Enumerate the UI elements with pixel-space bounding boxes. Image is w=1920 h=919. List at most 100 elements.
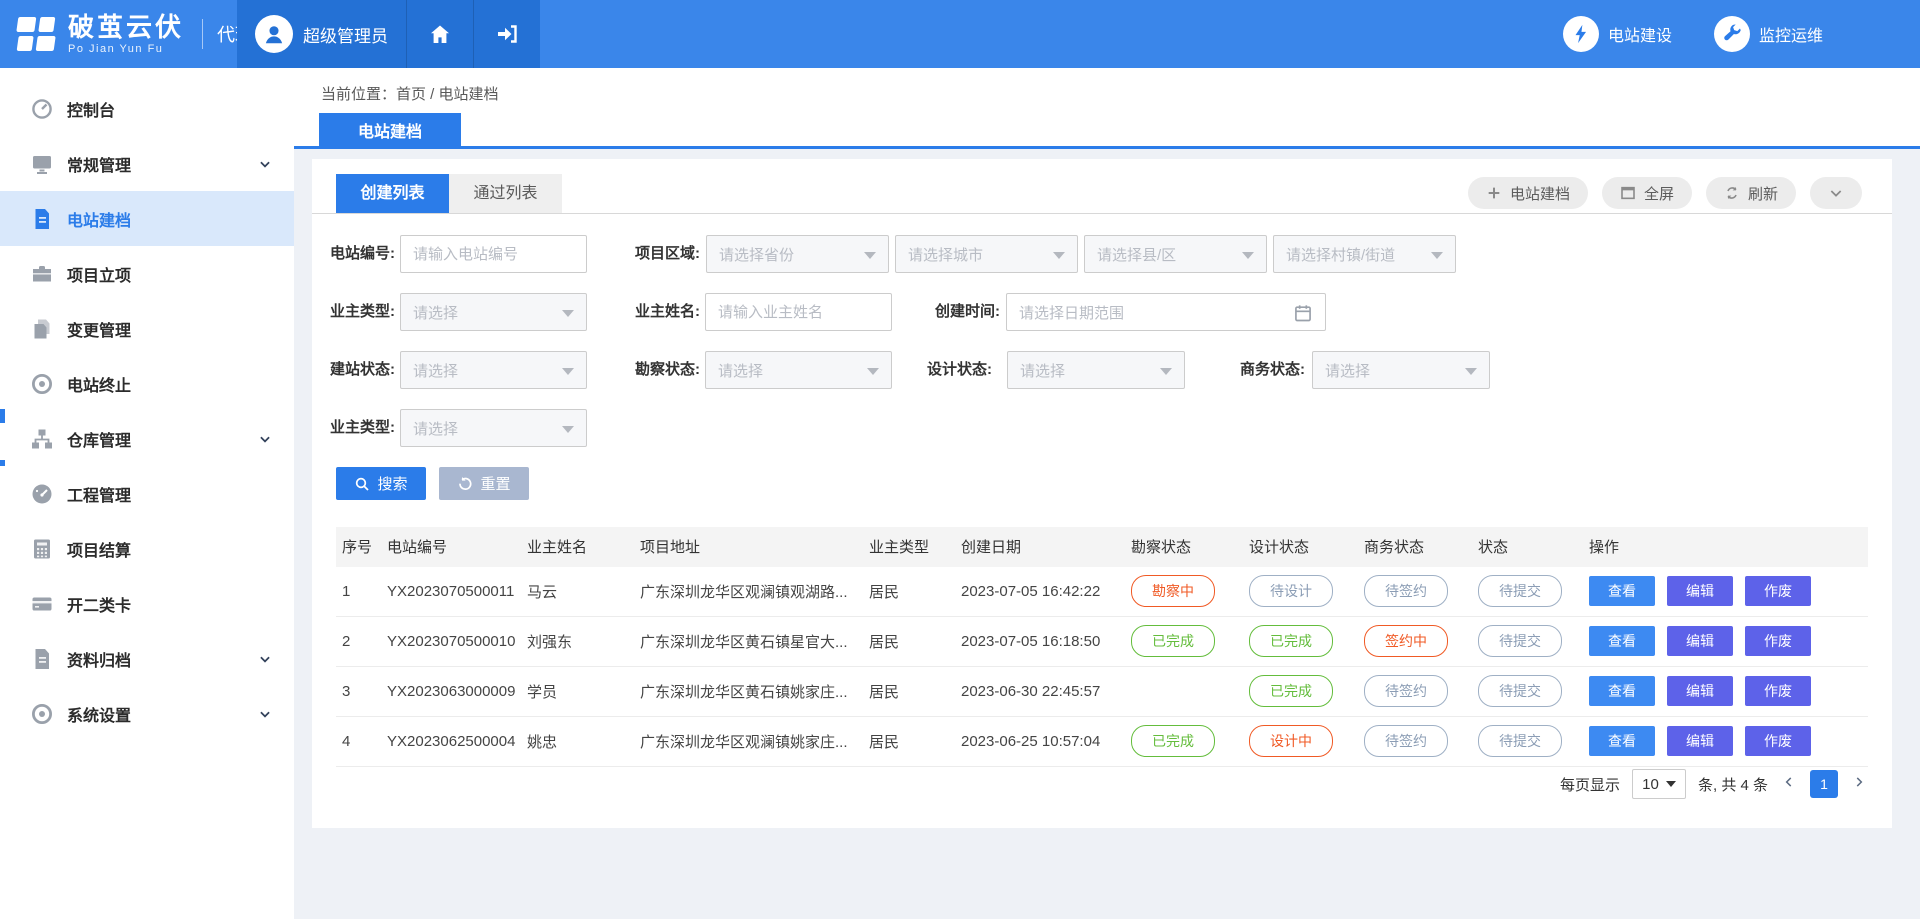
refresh-icon xyxy=(1724,185,1740,201)
caret-down-icon xyxy=(1160,368,1172,375)
owner-type2-select[interactable]: 请选择 xyxy=(400,409,587,447)
reset-button[interactable]: 重置 xyxy=(439,467,529,500)
cell-address: 广东深圳龙华区黄石镇姚家庄... xyxy=(634,666,863,716)
view-button[interactable]: 查看 xyxy=(1589,576,1655,606)
col-survey-status: 勘察状态 xyxy=(1125,527,1243,566)
void-button[interactable]: 作废 xyxy=(1745,676,1811,706)
search-icon xyxy=(354,476,370,492)
cell-owner-type: 居民 xyxy=(863,616,955,666)
sidebar-item-change-mgmt[interactable]: 变更管理 xyxy=(0,301,294,356)
caret-down-icon xyxy=(867,368,879,375)
sidebar-item-label: 电站建档 xyxy=(67,207,131,231)
cell-station-no: YX2023070500010 xyxy=(381,616,521,666)
sidebar: 控制台 常规管理 电站建档 项目立项 变更管理 电站终止 仓库管理 xyxy=(0,68,294,919)
sidebar-item-general-mgmt[interactable]: 常规管理 xyxy=(0,136,294,191)
sidebar-item-open-type2-card[interactable]: 开二类卡 xyxy=(0,576,294,631)
table-header-row: 序号 电站编号 业主姓名 项目地址 业主类型 创建日期 勘察状态 设计状态 商务… xyxy=(336,527,1868,566)
sidebar-item-project-settlement[interactable]: 项目结算 xyxy=(0,521,294,576)
tab-pass-list[interactable]: 通过列表 xyxy=(449,174,562,214)
next-page-button[interactable] xyxy=(1850,775,1868,793)
per-page-select[interactable]: 10 xyxy=(1632,769,1686,799)
pagination: 每页显示 10 条, 共 4 条 1 xyxy=(1560,769,1868,799)
station-no-input[interactable] xyxy=(400,235,587,273)
owner-type-select[interactable]: 请选择 xyxy=(400,293,587,331)
sidebar-item-station-termination[interactable]: 电站终止 xyxy=(0,356,294,411)
build-status-select[interactable]: 请选择 xyxy=(400,351,587,389)
breadcrumb-band: 当前位置：首页 / 电站建档 电站建档 xyxy=(294,68,1920,149)
cell-index: 4 xyxy=(336,716,381,766)
col-business-status: 商务状态 xyxy=(1358,527,1472,566)
col-created: 创建日期 xyxy=(955,527,1125,566)
design-status-select[interactable]: 请选择 xyxy=(1007,351,1185,389)
edit-button[interactable]: 编辑 xyxy=(1667,676,1733,706)
sidebar-item-system-settings[interactable]: 系统设置 xyxy=(0,686,294,741)
fullscreen-button[interactable]: 全屏 xyxy=(1602,177,1692,209)
town-select[interactable]: 请选择村镇/街道 xyxy=(1273,235,1456,273)
card-icon xyxy=(30,592,54,616)
view-button[interactable]: 查看 xyxy=(1589,676,1655,706)
page-tab-station-archive[interactable]: 电站建档 xyxy=(319,113,461,146)
city-select[interactable]: 请选择城市 xyxy=(895,235,1078,273)
nav-station-build[interactable]: 电站建设 xyxy=(1563,16,1672,52)
survey-status-badge: 已完成 xyxy=(1131,725,1215,757)
logo-icon xyxy=(13,16,58,52)
table-row: 2 YX2023070500010 刘强东 广东深圳龙华区黄石镇星官大... 居… xyxy=(336,616,1868,666)
edit-button[interactable]: 编辑 xyxy=(1667,626,1733,656)
sidebar-item-warehouse-mgmt[interactable]: 仓库管理 xyxy=(0,411,294,466)
content: 当前位置：首页 / 电站建档 电站建档 创建列表 通过列表 电站建档 全屏 xyxy=(294,68,1920,919)
nav-monitor-ops[interactable]: 监控运维 xyxy=(1714,16,1823,52)
business-status-select[interactable]: 请选择 xyxy=(1312,351,1490,389)
main-card: 创建列表 通过列表 电站建档 全屏 刷新 xyxy=(312,159,1892,828)
sidebar-item-console[interactable]: 控制台 xyxy=(0,81,294,136)
table-row: 3 YX2023063000009 学员 广东深圳龙华区黄石镇姚家庄... 居民… xyxy=(336,666,1868,716)
user-info[interactable]: 超级管理员 xyxy=(237,0,406,68)
prev-page-button[interactable] xyxy=(1780,775,1798,793)
header: 破茧云伏 Po Jian Yun Fu 代理端 超级管理员 xyxy=(0,0,1920,68)
cell-owner-type: 居民 xyxy=(863,566,955,616)
refresh-button[interactable]: 刷新 xyxy=(1706,177,1796,209)
table-row: 1 YX2023070500011 马云 广东深圳龙华区观澜镇观湖路... 居民… xyxy=(336,566,1868,616)
create-station-button[interactable]: 电站建档 xyxy=(1468,177,1588,209)
business-status-badge: 待签约 xyxy=(1364,675,1448,707)
sidebar-item-data-archive[interactable]: 资料归档 xyxy=(0,631,294,686)
sidebar-item-project-initiation[interactable]: 项目立项 xyxy=(0,246,294,301)
sitemap-icon xyxy=(30,427,54,451)
void-button[interactable]: 作废 xyxy=(1745,626,1811,656)
cell-owner-name: 学员 xyxy=(521,666,634,716)
total-count: 条, 共 4 条 xyxy=(1698,774,1768,795)
edit-button[interactable]: 编辑 xyxy=(1667,576,1733,606)
sidebar-item-label: 系统设置 xyxy=(67,702,131,726)
dashboard-icon xyxy=(30,97,54,121)
province-select[interactable]: 请选择省份 xyxy=(706,235,889,273)
owner-name-input[interactable] xyxy=(705,293,892,331)
sidebar-item-station-archive[interactable]: 电站建档 xyxy=(0,191,294,246)
edit-button[interactable]: 编辑 xyxy=(1667,726,1733,756)
tab-create-list[interactable]: 创建列表 xyxy=(336,174,449,214)
date-range-input[interactable]: 请选择日期范围 xyxy=(1006,293,1326,331)
page-number[interactable]: 1 xyxy=(1810,770,1838,798)
home-button[interactable] xyxy=(407,0,473,68)
view-button[interactable]: 查看 xyxy=(1589,626,1655,656)
sidebar-item-engineering-mgmt[interactable]: 工程管理 xyxy=(0,466,294,521)
void-button[interactable]: 作废 xyxy=(1745,576,1811,606)
disc-icon xyxy=(30,702,54,726)
sidebar-item-label: 仓库管理 xyxy=(67,427,131,451)
logout-button[interactable] xyxy=(474,0,540,68)
county-select[interactable]: 请选择县/区 xyxy=(1084,235,1267,273)
user-block: 超级管理员 xyxy=(237,0,540,68)
filter-buttons: 搜索 重置 xyxy=(336,467,529,500)
chevron-down-icon xyxy=(258,707,272,721)
home-icon xyxy=(428,22,452,46)
survey-status-select[interactable]: 请选择 xyxy=(705,351,892,389)
copy-icon xyxy=(30,317,54,341)
user-name: 超级管理员 xyxy=(303,22,388,47)
view-button[interactable]: 查看 xyxy=(1589,726,1655,756)
void-button[interactable]: 作废 xyxy=(1745,726,1811,756)
fullscreen-icon xyxy=(1620,185,1636,201)
search-button[interactable]: 搜索 xyxy=(336,467,426,500)
caret-down-icon xyxy=(1465,368,1477,375)
scroll-mark xyxy=(0,409,5,423)
sidebar-item-label: 常规管理 xyxy=(67,152,131,176)
cell-index: 1 xyxy=(336,566,381,616)
collapse-button[interactable] xyxy=(1810,177,1862,209)
